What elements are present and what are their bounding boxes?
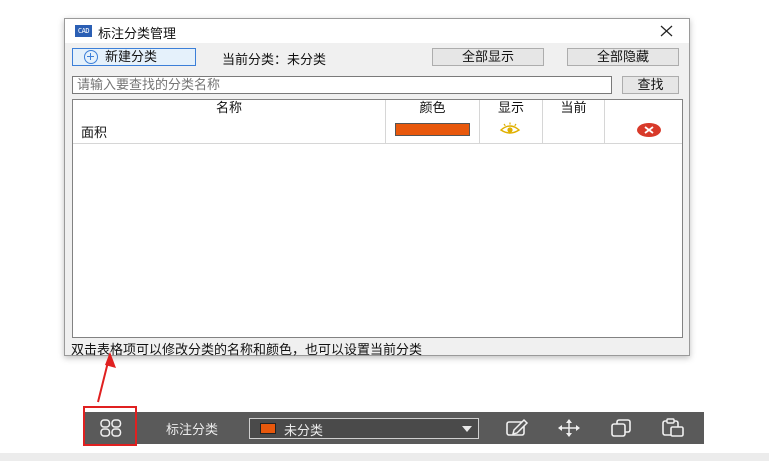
hide-all-button[interactable]: 全部隐藏 <box>567 48 679 66</box>
annotation-arrow <box>97 352 116 403</box>
dialog-title: 标注分类管理 <box>98 27 177 42</box>
column-header-name: 名称 <box>215 101 242 116</box>
title-bar: CAD 标注分类管理 <box>65 19 689 43</box>
category-manager-dialog: CAD 标注分类管理 新建分类 当前分类：未分类 全部显示 全部隐藏 查找 名称… <box>64 18 690 358</box>
page-footer-strip <box>0 453 769 461</box>
column-header-current: 当前 <box>560 101 587 116</box>
category-table: 名称 颜色 显示 当前 面积 <box>72 99 683 338</box>
column-divider <box>385 100 386 144</box>
new-category-button[interactable]: 新建分类 <box>72 48 196 66</box>
selected-color-swatch <box>260 423 276 434</box>
column-divider <box>479 100 480 144</box>
search-input[interactable] <box>72 76 612 94</box>
chevron-down-icon <box>462 426 472 432</box>
category-name-cell[interactable]: 面积 <box>81 122 107 141</box>
paste-icon[interactable] <box>660 418 686 438</box>
close-icon <box>660 25 673 37</box>
copy-icon[interactable] <box>608 418 634 438</box>
column-divider <box>604 100 605 144</box>
annotation-highlight-box <box>83 406 137 446</box>
row-divider <box>73 143 682 144</box>
table-header: 名称 颜色 显示 当前 <box>73 100 682 118</box>
category-color-swatch[interactable] <box>395 123 470 136</box>
category-select[interactable]: 未分类 <box>249 418 479 439</box>
edit-icon[interactable] <box>504 418 530 438</box>
bottom-toolbar: 标注分类 未分类 <box>84 412 704 444</box>
app-icon: CAD <box>75 25 92 37</box>
column-header-color: 颜色 <box>419 101 446 116</box>
column-header-visible: 显示 <box>497 101 524 116</box>
hint-text: 双击表格项可以修改分类的名称和颜色，也可以设置当前分类 <box>71 343 423 358</box>
column-divider <box>542 100 543 144</box>
eye-visible-icon[interactable] <box>499 122 521 136</box>
selected-category-value: 未分类 <box>284 424 324 439</box>
close-button[interactable] <box>651 19 683 43</box>
category-label: 标注分类 <box>166 423 219 438</box>
current-category-text: 当前分类：未分类 <box>222 53 327 68</box>
search-button[interactable]: 查找 <box>622 76 679 94</box>
add-icon <box>84 50 98 64</box>
delete-icon[interactable] <box>636 122 662 138</box>
new-category-label: 新建分类 <box>105 50 158 65</box>
show-all-button[interactable]: 全部显示 <box>432 48 544 66</box>
move-icon[interactable] <box>556 418 582 438</box>
